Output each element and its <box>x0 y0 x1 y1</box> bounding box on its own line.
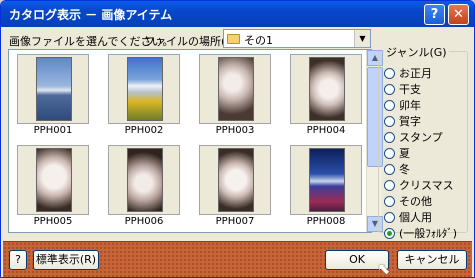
radio-icon <box>384 164 395 175</box>
radio-icon <box>384 148 395 159</box>
genre-radio[interactable]: お正月 <box>384 65 432 81</box>
radio-icon <box>384 68 395 79</box>
genre-option-label: 個人用 <box>399 211 432 224</box>
sakura-image <box>218 57 254 121</box>
thumbnail <box>108 145 180 215</box>
genre-radio[interactable]: 夏 <box>384 145 410 161</box>
radio-icon <box>384 116 395 127</box>
genre-radio[interactable]: 卯年 <box>384 97 421 113</box>
sakura-image <box>36 148 72 212</box>
list-item[interactable]: PPH002 <box>108 54 180 136</box>
genre-option-label: その他 <box>399 195 432 208</box>
thumbnail <box>290 54 362 124</box>
radio-icon <box>384 196 395 207</box>
item-label: PPH004 <box>306 125 346 136</box>
item-label: PPH002 <box>124 125 164 136</box>
mountain-night-image <box>309 148 345 212</box>
genre-option-label: お正月 <box>399 67 432 80</box>
item-label: PPH006 <box>124 216 164 227</box>
genre-title: ジャンル(G) <box>384 44 449 60</box>
location-combo[interactable]: その1 ▼ <box>223 29 371 48</box>
list-item[interactable]: PPH006 <box>108 145 180 227</box>
genre-option-label: (一般ﾌｫﾙﾀﾞ) <box>399 227 458 240</box>
thumbnail <box>108 54 180 124</box>
radio-icon <box>384 100 395 111</box>
location-value: その1 <box>244 34 273 47</box>
sakura-image <box>127 148 163 212</box>
sakura-image <box>218 148 254 212</box>
thumbnail <box>17 145 89 215</box>
catalog-dialog: カタログ表示 － 画像アイテム ? ✕ 画像ファイルを選んでください。 ファイル… <box>0 0 475 278</box>
mountain-lake-image <box>36 57 72 121</box>
genre-option-label: 冬 <box>399 163 410 176</box>
list-item[interactable]: PPH001 <box>17 54 89 136</box>
genre-radio-selected[interactable]: (一般ﾌｫﾙﾀﾞ) <box>384 225 457 241</box>
item-label: PPH003 <box>215 125 255 136</box>
item-label: PPH008 <box>306 216 346 227</box>
image-list[interactable]: PPH001 PPH002 PPH003 PPH004 PPH005 PPH00… <box>8 49 383 233</box>
genre-option-label: 夏 <box>399 147 410 160</box>
help-icon[interactable]: ? <box>9 250 27 270</box>
standard-view-button[interactable]: 標準表示(R) <box>33 250 99 270</box>
genre-option-label: スタンプ <box>399 131 443 144</box>
thumbnail <box>290 145 362 215</box>
list-item[interactable]: PPH007 <box>199 145 271 227</box>
thumbnail <box>17 54 89 124</box>
genre-radio[interactable]: 干支 <box>384 81 421 97</box>
thumbnail <box>199 145 271 215</box>
window-title: カタログ表示 － 画像アイテム <box>9 8 173 22</box>
genre-radio[interactable]: その他 <box>384 193 432 209</box>
radio-icon <box>384 180 395 191</box>
item-label: PPH007 <box>215 216 255 227</box>
genre-radio[interactable]: 賀字 <box>384 113 421 129</box>
genre-radio[interactable]: 冬 <box>384 161 410 177</box>
genre-radio[interactable]: 個人用 <box>384 209 432 225</box>
genre-option-label: クリスマス <box>399 179 454 192</box>
mountain-flowers-image <box>127 57 163 121</box>
genre-option-label: 干支 <box>399 83 421 96</box>
help-title-button[interactable]: ? <box>424 4 445 25</box>
title-bar: カタログ表示 － 画像アイテム ? ✕ <box>1 1 474 27</box>
thumbnail <box>199 54 271 124</box>
footer-bar: ? 標準表示(R) OK キャンセル <box>3 241 472 277</box>
cancel-button[interactable]: キャンセル <box>397 250 467 270</box>
list-item[interactable]: PPH008 <box>290 145 362 227</box>
folder-icon <box>227 34 240 44</box>
genre-option-label: 賀字 <box>399 115 421 128</box>
radio-selected-icon <box>384 228 395 239</box>
sakura-image <box>309 57 345 121</box>
chevron-down-icon[interactable]: ▼ <box>354 30 370 47</box>
radio-icon <box>384 132 395 143</box>
list-item[interactable]: PPH005 <box>17 145 89 227</box>
genre-radio[interactable]: スタンプ <box>384 129 443 145</box>
list-item[interactable]: PPH003 <box>199 54 271 136</box>
radio-icon <box>384 84 395 95</box>
item-label: PPH001 <box>33 125 73 136</box>
mouse-cursor-icon: ⬉ <box>377 259 391 278</box>
genre-option-label: 卯年 <box>399 99 421 112</box>
genre-radio[interactable]: クリスマス <box>384 177 454 193</box>
list-item[interactable]: PPH004 <box>290 54 362 136</box>
item-label: PPH005 <box>33 216 73 227</box>
radio-icon <box>384 212 395 223</box>
close-button[interactable]: ✕ <box>448 4 469 25</box>
